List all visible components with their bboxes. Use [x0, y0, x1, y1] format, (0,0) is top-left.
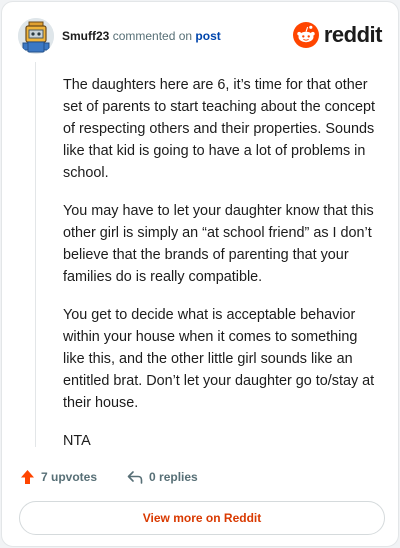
- post-link[interactable]: post: [195, 29, 220, 43]
- comment-paragraph: You may have to let your daughter know t…: [63, 203, 374, 285]
- view-more-label: View more on Reddit: [142, 511, 262, 525]
- comment-paragraph: The daughters here are 6, it’s time for …: [63, 77, 375, 181]
- robot-avatar-icon: [18, 18, 54, 54]
- reddit-snoo-logo-icon: [292, 22, 319, 48]
- reply-arrow-icon: [127, 471, 143, 484]
- comment-actions: 7 upvotes 0 replies: [20, 466, 198, 488]
- upvotes-count: 7 upvotes: [41, 470, 98, 484]
- view-more-on-reddit-button[interactable]: View more on Reddit: [19, 501, 385, 535]
- reddit-wordmark: reddit: [323, 22, 383, 47]
- replies-button[interactable]: 0 replies: [127, 470, 198, 484]
- comment-embed-card: Smuff23 commented on post reddit The dau…: [1, 1, 399, 547]
- comment-meta: Smuff23 commented on post: [62, 28, 221, 44]
- comment-paragraph: NTA: [63, 433, 91, 449]
- comment-header: Smuff23 commented on post reddit: [18, 18, 383, 54]
- thread-line[interactable]: [35, 62, 36, 447]
- upvote-button[interactable]: 7 upvotes: [20, 469, 97, 485]
- reddit-brand[interactable]: reddit: [292, 21, 383, 49]
- comment-body: The daughters here are 6, it’s time for …: [63, 74, 381, 468]
- user-avatar[interactable]: [18, 18, 54, 54]
- comment-paragraph: You get to decide what is acceptable beh…: [63, 307, 375, 411]
- upvote-arrow-icon: [21, 470, 34, 484]
- username-link[interactable]: Smuff23: [62, 29, 109, 43]
- replies-count: 0 replies: [149, 470, 198, 484]
- commented-on-text: commented on: [112, 29, 193, 43]
